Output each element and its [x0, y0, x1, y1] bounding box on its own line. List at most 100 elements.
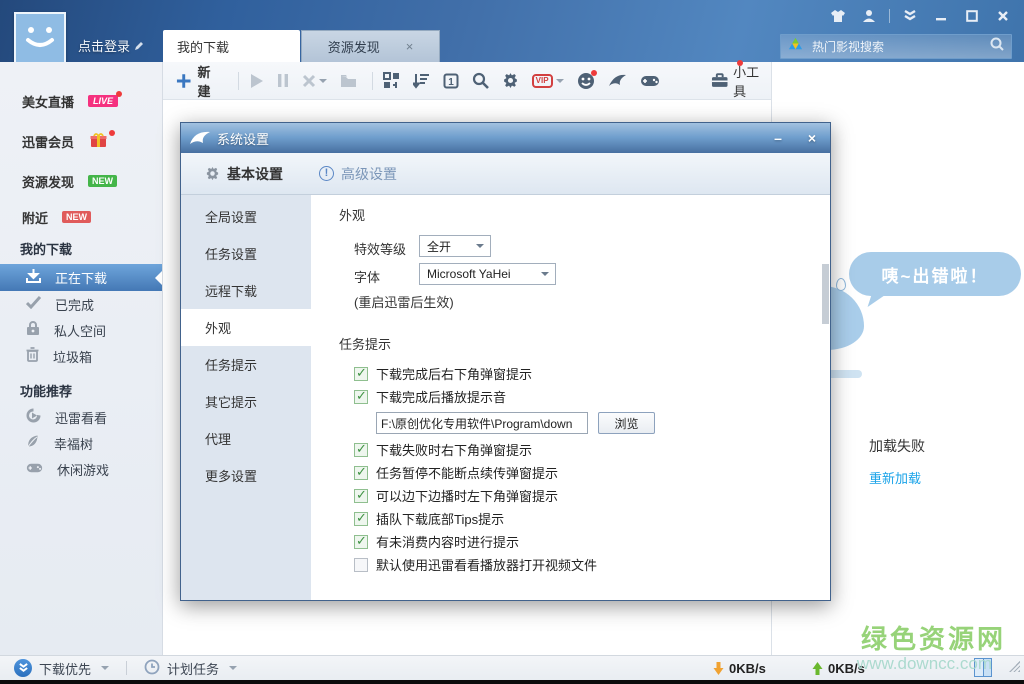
checkbox-row[interactable]: ✓ 下载完成后右下角弹窗提示 — [354, 362, 694, 385]
dialog-nav-proxy[interactable]: 代理 — [181, 420, 311, 457]
checkbox-row[interactable]: 默认使用迅雷看看播放器打开视频文件 — [354, 553, 694, 576]
sidebar-item-label: 资源发现 — [22, 172, 74, 191]
scrollbar-thumb[interactable] — [822, 264, 829, 324]
delete-button[interactable] — [302, 74, 327, 88]
chevron-down-icon[interactable] — [101, 666, 109, 670]
browse-button[interactable]: 浏览 — [598, 412, 655, 434]
accelerate-button[interactable] — [608, 73, 627, 89]
gear-icon — [502, 72, 519, 89]
search-tasks-button[interactable] — [472, 72, 489, 89]
checkbox-row[interactable]: ✓ 有未消费内容时进行提示 — [354, 530, 694, 553]
tab-label: 我的下载 — [177, 37, 229, 56]
controls-divider — [889, 9, 890, 23]
sidebar-item-resource-discovery[interactable]: 资源发现 NEW — [0, 167, 162, 195]
up-arrow-icon — [812, 662, 823, 675]
minimize-button[interactable] — [930, 7, 952, 24]
checkbox[interactable]: ✓ — [354, 512, 368, 526]
delete-caret-icon[interactable] — [319, 79, 327, 83]
play-icon — [249, 73, 264, 89]
resize-grip[interactable] — [1009, 661, 1020, 672]
checkbox[interactable]: ✓ — [354, 443, 368, 457]
checkbox-row[interactable]: ✓ 可以边下边播时左下角弹窗提示 — [354, 484, 694, 507]
checkbox-label: 下载失败时右下角弹窗提示 — [376, 440, 532, 459]
sidebar-item-happy-tree[interactable]: 幸福树 — [0, 430, 162, 456]
sidebar-item-label: 迅雷看看 — [55, 408, 107, 427]
dialog-nav-remote[interactable]: 远程下载 — [181, 272, 311, 309]
dialog-nav-task[interactable]: 任务设置 — [181, 235, 311, 272]
ime-icon — [974, 658, 994, 678]
bird-icon — [608, 73, 627, 89]
checkbox[interactable] — [354, 558, 368, 572]
sidebar-item-nearby[interactable]: 附近 NEW — [0, 203, 162, 231]
sidebar-item-private-space[interactable]: 私人空间 — [0, 317, 162, 343]
checkbox-row[interactable]: ✓ 任务暂停不能断点续传弹窗提示 — [354, 461, 694, 484]
view-mode-button[interactable] — [383, 72, 400, 89]
checkbox-row[interactable]: ✓ 下载完成后播放提示音 — [354, 385, 694, 408]
search-icon[interactable] — [989, 36, 1005, 57]
dialog-nav-appearance[interactable]: 外观 — [181, 309, 311, 346]
dialog-tab-basic[interactable]: 基本设置 — [205, 164, 283, 184]
maximize-button[interactable] — [961, 7, 983, 24]
sort-button[interactable] — [413, 73, 430, 89]
sidebar-item-completed[interactable]: 已完成 — [0, 291, 162, 317]
close-button[interactable] — [992, 7, 1014, 24]
tab-resource-discovery[interactable]: 资源发现 × — [301, 30, 440, 62]
sidebar-item-casual-games[interactable]: 休闲游戏 — [0, 456, 162, 482]
search-input[interactable]: 热门影视搜索 — [780, 34, 1012, 59]
checkbox[interactable]: ✓ — [354, 535, 368, 549]
sidebar-item-vip-member[interactable]: 迅雷会员 — [0, 127, 162, 155]
sidebar-item-label: 美女直播 — [22, 92, 74, 111]
download-priority-label[interactable]: 下载优先 — [39, 659, 91, 678]
minimode-icon[interactable] — [899, 7, 921, 24]
sidebar-item-live-shows[interactable]: 美女直播 LIVE — [0, 87, 162, 115]
dialog-minimize-button[interactable]: – — [768, 130, 788, 146]
down-arrow-icon — [713, 662, 724, 675]
effect-level-select[interactable]: 全开 — [419, 235, 491, 257]
start-button[interactable] — [249, 73, 264, 89]
checkbox-label: 有未消费内容时进行提示 — [376, 532, 519, 551]
dialog-close-button[interactable]: × — [802, 130, 822, 146]
login-link[interactable]: 点击登录 — [78, 36, 143, 55]
sidebar-item-kankan[interactable]: 迅雷看看 — [0, 404, 162, 430]
scheduled-tasks-label[interactable]: 计划任务 — [167, 659, 219, 678]
tools-button[interactable]: 小工具 — [711, 62, 771, 100]
pause-button[interactable] — [277, 73, 289, 88]
pause-icon — [277, 73, 289, 88]
new-task-button[interactable]: 新建 — [175, 62, 223, 100]
checkbox[interactable]: ✓ — [354, 489, 368, 503]
checkbox[interactable]: ✓ — [354, 367, 368, 381]
vip-button[interactable]: VIP — [532, 74, 564, 88]
reload-link[interactable]: 重新加载 — [869, 468, 921, 487]
dialog-nav-more[interactable]: 更多设置 — [181, 457, 311, 494]
emoji-button[interactable] — [577, 72, 595, 90]
sound-path-input[interactable]: F:\原创优化专用软件\Program\down — [376, 412, 588, 434]
open-folder-button[interactable] — [340, 74, 357, 88]
dialog-nav-global[interactable]: 全局设置 — [181, 198, 311, 235]
dialog-titlebar[interactable]: 系统设置 – × — [181, 123, 830, 153]
checkbox-row[interactable]: ✓ 插队下载底部Tips提示 — [354, 507, 694, 530]
limit-button[interactable]: 1 — [443, 73, 459, 89]
tab-close-icon[interactable]: × — [406, 40, 414, 53]
sidebar-item-downloading[interactable]: 正在下载 — [0, 264, 162, 291]
dialog-nav-task-tips[interactable]: 任务提示 — [181, 346, 311, 383]
checkbox[interactable]: ✓ — [354, 390, 368, 404]
chevron-down-icon[interactable] — [229, 666, 237, 670]
skin-icon[interactable] — [827, 7, 849, 24]
checkbox-row[interactable]: ✓ 下载失败时右下角弹窗提示 — [354, 438, 694, 461]
user-icon[interactable] — [858, 7, 880, 24]
settings-button[interactable] — [502, 72, 519, 89]
appearance-section-title: 外观 — [339, 205, 365, 224]
font-select[interactable]: Microsoft YaHei — [419, 263, 556, 285]
checkbox[interactable]: ✓ — [354, 466, 368, 480]
dialog-nav-other-tips[interactable]: 其它提示 — [181, 383, 311, 420]
download-speed: 0KB/s — [713, 661, 766, 676]
restart-note: (重启迅雷后生效) — [354, 292, 454, 311]
games-button[interactable] — [640, 74, 660, 88]
vip-caret-icon[interactable] — [556, 79, 564, 83]
tab-my-downloads[interactable]: 我的下载 — [163, 30, 300, 62]
dialog-tab-advanced[interactable]: ! 高级设置 — [319, 164, 397, 184]
sidebar-item-trash[interactable]: 垃圾箱 — [0, 343, 162, 369]
limit-one-icon: 1 — [443, 73, 459, 89]
status-separator — [126, 661, 127, 675]
avatar[interactable] — [14, 12, 66, 64]
